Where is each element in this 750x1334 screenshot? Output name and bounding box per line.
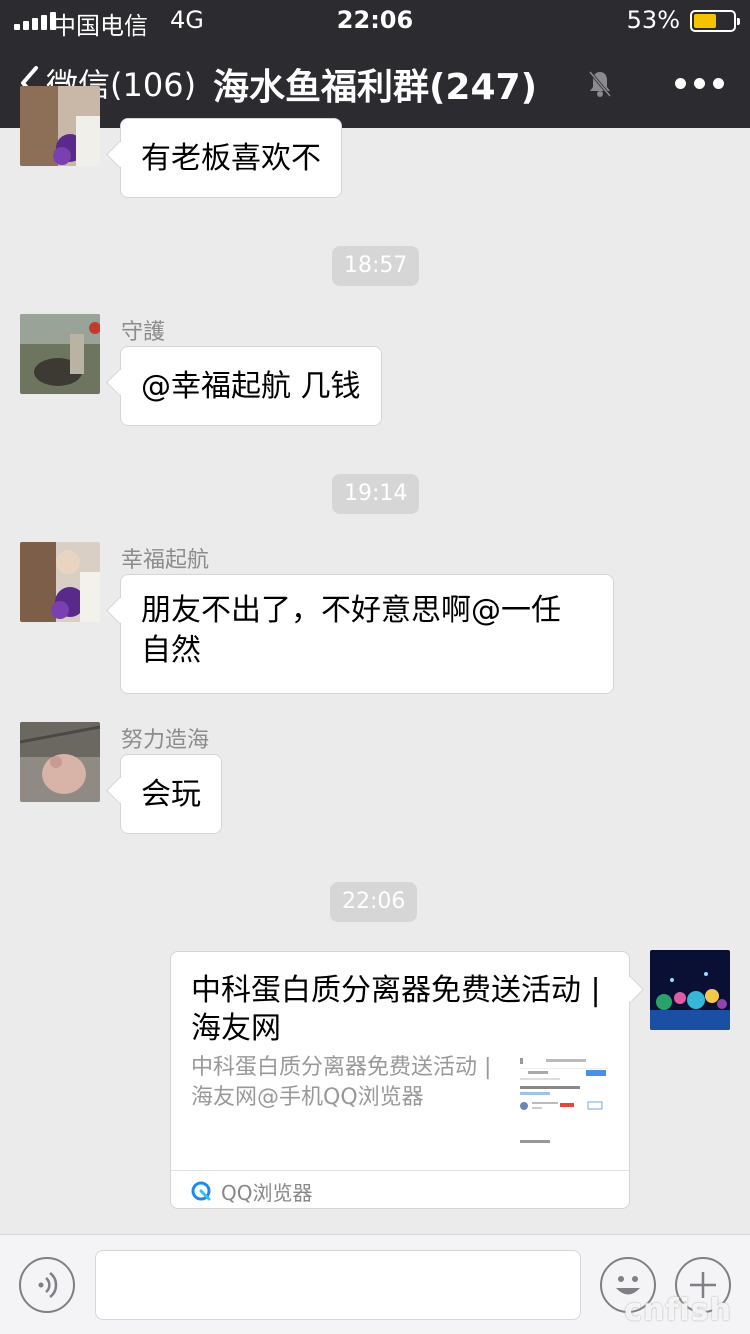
battery-icon — [690, 10, 740, 32]
my-avatar[interactable] — [650, 950, 730, 1030]
avatar[interactable] — [20, 542, 100, 622]
sender-name: 幸福起航 — [121, 548, 210, 573]
voice-icon — [38, 1272, 58, 1298]
watermark: cnfish — [624, 1293, 732, 1328]
timestamp: 22:06 — [330, 882, 418, 922]
message-text: 有老板喜欢不 — [141, 141, 321, 176]
card-description: 中科蛋白质分离器免费送活动 | 海友网@手机QQ浏览器 — [191, 1055, 492, 1110]
voice-button[interactable] — [19, 1257, 75, 1313]
card-footer: QQ浏览器 — [171, 1170, 629, 1208]
sender-name: 努力造海 — [121, 728, 210, 753]
card-thumbnail — [516, 1056, 612, 1146]
nav-bar: 微信(106) 海水鱼福利群(247) — [0, 40, 750, 128]
top-bar: 中国电信 4G 22:06 53% 微信(106) 海水鱼福利群(247) — [0, 0, 750, 128]
more-dots-icon — [675, 78, 686, 89]
qq-browser-icon — [191, 1181, 211, 1201]
message-text-line-1: 朋友不出了，不好意思啊@一任 — [141, 593, 561, 628]
battery-percent: 53% — [626, 6, 680, 34]
message-bubble[interactable]: 会玩 — [120, 754, 222, 834]
message-bubble[interactable]: @幸福起航 几钱 — [120, 346, 382, 426]
card-title: 中科蛋白质分离器免费送活动 | 海友网 — [191, 973, 601, 1046]
bell-off-icon — [588, 71, 612, 97]
message-input[interactable] — [95, 1250, 581, 1320]
chat-title: 海水鱼福利群(247) — [212, 67, 538, 108]
message-bubble[interactable]: 朋友不出了，不好意思啊@一任 自然 — [120, 574, 614, 694]
message-text: @幸福起航 几钱 — [141, 369, 361, 404]
timestamp: 19:14 — [332, 474, 420, 514]
link-card[interactable]: 中科蛋白质分离器免费送活动 | 海友网 中科蛋白质分离器免费送活动 | 海友网@… — [170, 951, 630, 1209]
message-bubble[interactable]: 有老板喜欢不 — [120, 118, 342, 198]
avatar[interactable] — [20, 86, 100, 166]
message-text-line-2: 自然 — [141, 633, 201, 668]
more-button[interactable] — [675, 78, 724, 89]
avatar[interactable] — [20, 722, 100, 802]
status-bar: 中国电信 4G 22:06 53% — [0, 0, 750, 40]
card-source: QQ浏览器 — [221, 1181, 313, 1205]
timestamp: 18:57 — [332, 246, 420, 286]
input-bar: cnfish — [0, 1234, 750, 1334]
message-text: 会玩 — [141, 777, 201, 812]
avatar[interactable] — [20, 314, 100, 394]
sender-name: 守護 — [121, 320, 166, 345]
